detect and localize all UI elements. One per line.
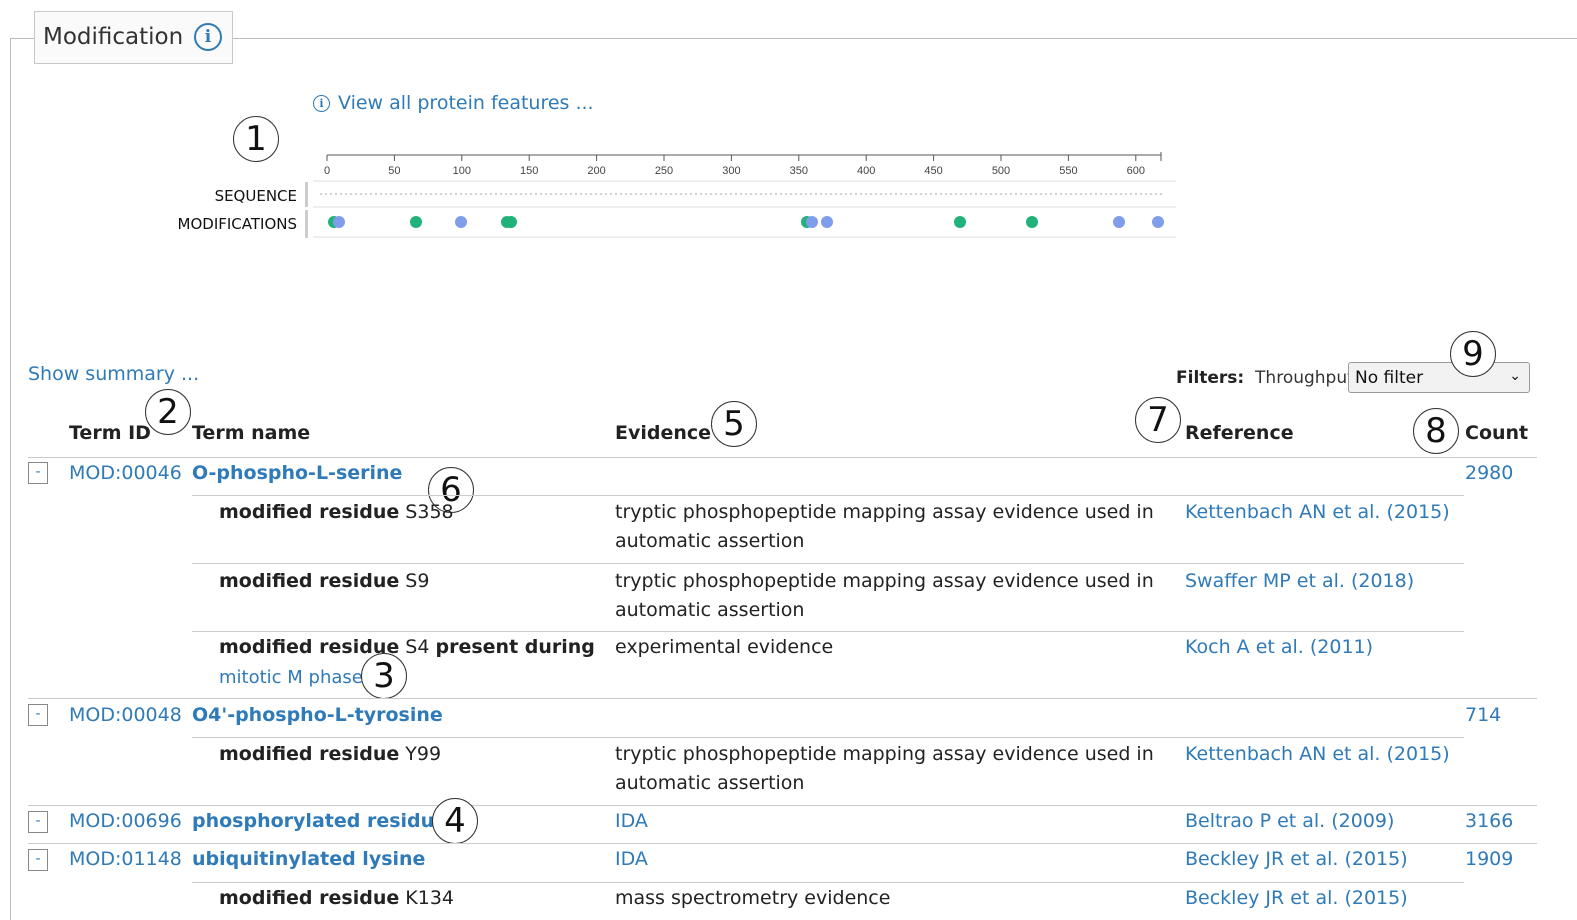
count-link[interactable]: 2980 — [1465, 459, 1513, 488]
axis-tick-label: 100 — [453, 165, 471, 177]
axis-tick-label: 550 — [1059, 165, 1077, 177]
chevron-down-icon: ⌄ — [1509, 368, 1521, 384]
term-id-link[interactable]: MOD:01148 — [69, 845, 182, 874]
evidence-code-link[interactable]: IDA — [615, 807, 648, 836]
axis-tick-label: 450 — [924, 165, 942, 177]
evidence-text: tryptic phosphopeptide mapping assay evi… — [615, 570, 1154, 621]
section-title: Modification — [43, 24, 184, 50]
reference-link[interactable]: Beckley JR et al. (2015) — [1185, 884, 1408, 913]
divider — [28, 805, 1537, 806]
throughput-filter-select[interactable]: No filter ⌄ — [1348, 362, 1530, 393]
show-summary-link[interactable]: Show summary ... — [28, 363, 199, 385]
axis-tick-label: 500 — [992, 165, 1010, 177]
term-name-link[interactable]: O-phospho-L-serine — [192, 459, 402, 488]
collapse-toggle[interactable]: - — [28, 811, 48, 833]
evidence-text: mass spectrometry evidence — [615, 887, 891, 909]
divider — [192, 563, 1464, 564]
divider — [192, 631, 1464, 632]
evidence-text: tryptic phosphopeptide mapping assay evi… — [615, 743, 1154, 794]
reference-link[interactable]: Kettenbach AN et al. (2015) — [1185, 740, 1450, 769]
callout-7: 7 — [1135, 397, 1181, 443]
callout-8: 8 — [1413, 408, 1459, 454]
header-reference: Reference — [1185, 422, 1294, 444]
reference-link[interactable]: Beckley JR et al. (2015) — [1185, 845, 1408, 874]
reference-link[interactable]: Beltrao P et al. (2009) — [1185, 807, 1394, 836]
count-link[interactable]: 3166 — [1465, 807, 1513, 836]
axis-tick-label: 0 — [324, 165, 330, 177]
callout-4: 4 — [432, 798, 478, 844]
section-header: Modification i — [34, 11, 233, 64]
callout-1: 1 — [233, 116, 279, 162]
modification-dot — [333, 216, 345, 228]
modification-dot — [821, 216, 833, 228]
term-name-link[interactable]: O4'-phospho-L-tyrosine — [192, 701, 443, 730]
callout-2: 2 — [145, 389, 191, 435]
filters-label: Filters: Throughput — [1176, 368, 1354, 388]
header-evidence: Evidence — [615, 422, 712, 444]
header-count: Count — [1465, 422, 1529, 444]
protein-feature-viewer[interactable]: 0 50 100 150 200 250 300 350 400 450 500 550 600 — [300, 140, 1180, 240]
term-name-link[interactable]: ubiquitinylated lysine — [192, 845, 425, 874]
divider — [192, 882, 1464, 883]
divider — [28, 843, 1537, 844]
track-label-modifications: MODIFICATIONS — [177, 215, 297, 233]
evidence-text: tryptic phosphopeptide mapping assay evi… — [615, 501, 1154, 552]
collapse-toggle[interactable]: - — [28, 704, 48, 726]
detail-residue: modified residue S358 — [219, 501, 454, 523]
modification-dot — [954, 216, 966, 228]
divider — [192, 737, 1464, 738]
term-id-link[interactable]: MOD:00696 — [69, 807, 182, 836]
info-icon[interactable]: i — [194, 23, 222, 51]
modification-dot — [1152, 216, 1164, 228]
callout-5: 5 — [711, 401, 757, 447]
callout-3: 3 — [361, 653, 407, 699]
modification-dot — [806, 216, 818, 228]
callout-9: 9 — [1450, 331, 1496, 377]
term-id-link[interactable]: MOD:00046 — [69, 459, 182, 488]
axis-tick-label: 350 — [790, 165, 808, 177]
header-term-id: Term ID — [69, 422, 151, 444]
collapse-toggle[interactable]: - — [28, 462, 48, 484]
reference-link[interactable]: Swaffer MP et al. (2018) — [1185, 567, 1414, 596]
axis-tick-label: 200 — [587, 165, 605, 177]
header-term-name: Term name — [192, 422, 311, 444]
modification-dot — [1026, 216, 1038, 228]
track-label-sequence: SEQUENCE — [214, 187, 297, 205]
evidence-code-link[interactable]: IDA — [615, 845, 648, 874]
filter-name: Throughput — [1255, 368, 1354, 388]
modification-track[interactable] — [328, 216, 1164, 228]
modification-dot — [455, 216, 467, 228]
axis-tick-label: 600 — [1127, 165, 1145, 177]
phase-link[interactable]: mitotic M phase — [219, 663, 363, 692]
detail-residue: modified residue K134 — [219, 887, 455, 909]
count-link[interactable]: 714 — [1465, 701, 1501, 730]
axis-tick-label: 250 — [655, 165, 673, 177]
collapse-toggle[interactable]: - — [28, 849, 48, 871]
modification-dot — [1113, 216, 1125, 228]
axis-tick-label: 50 — [388, 165, 400, 177]
count-link[interactable]: 1909 — [1465, 845, 1513, 874]
detail-residue: modified residue S9 — [219, 570, 430, 592]
evidence-text: experimental evidence — [615, 636, 834, 658]
reference-link[interactable]: Kettenbach AN et al. (2015) — [1185, 498, 1450, 527]
view-all-features-label: View all protein features ... — [338, 92, 594, 114]
axis-tick-label: 300 — [722, 165, 740, 177]
reference-link[interactable]: Koch A et al. (2011) — [1185, 633, 1373, 662]
term-id-link[interactable]: MOD:00048 — [69, 701, 182, 730]
term-name-link[interactable]: phosphorylated residue — [192, 807, 447, 836]
info-icon: i — [313, 95, 330, 112]
detail-residue: modified residue Y99 — [219, 743, 442, 765]
filter-value: No filter — [1355, 368, 1424, 388]
divider — [28, 457, 1537, 458]
divider — [28, 698, 1537, 699]
modification-dot — [410, 216, 422, 228]
divider — [192, 495, 1464, 496]
detail-residue: modified residue S4 present during — [219, 636, 595, 658]
axis-tick-label: 150 — [520, 165, 538, 177]
view-all-features-link[interactable]: i View all protein features ... — [313, 92, 594, 114]
modification-dot — [505, 216, 517, 228]
axis-tick-label: 400 — [857, 165, 875, 177]
